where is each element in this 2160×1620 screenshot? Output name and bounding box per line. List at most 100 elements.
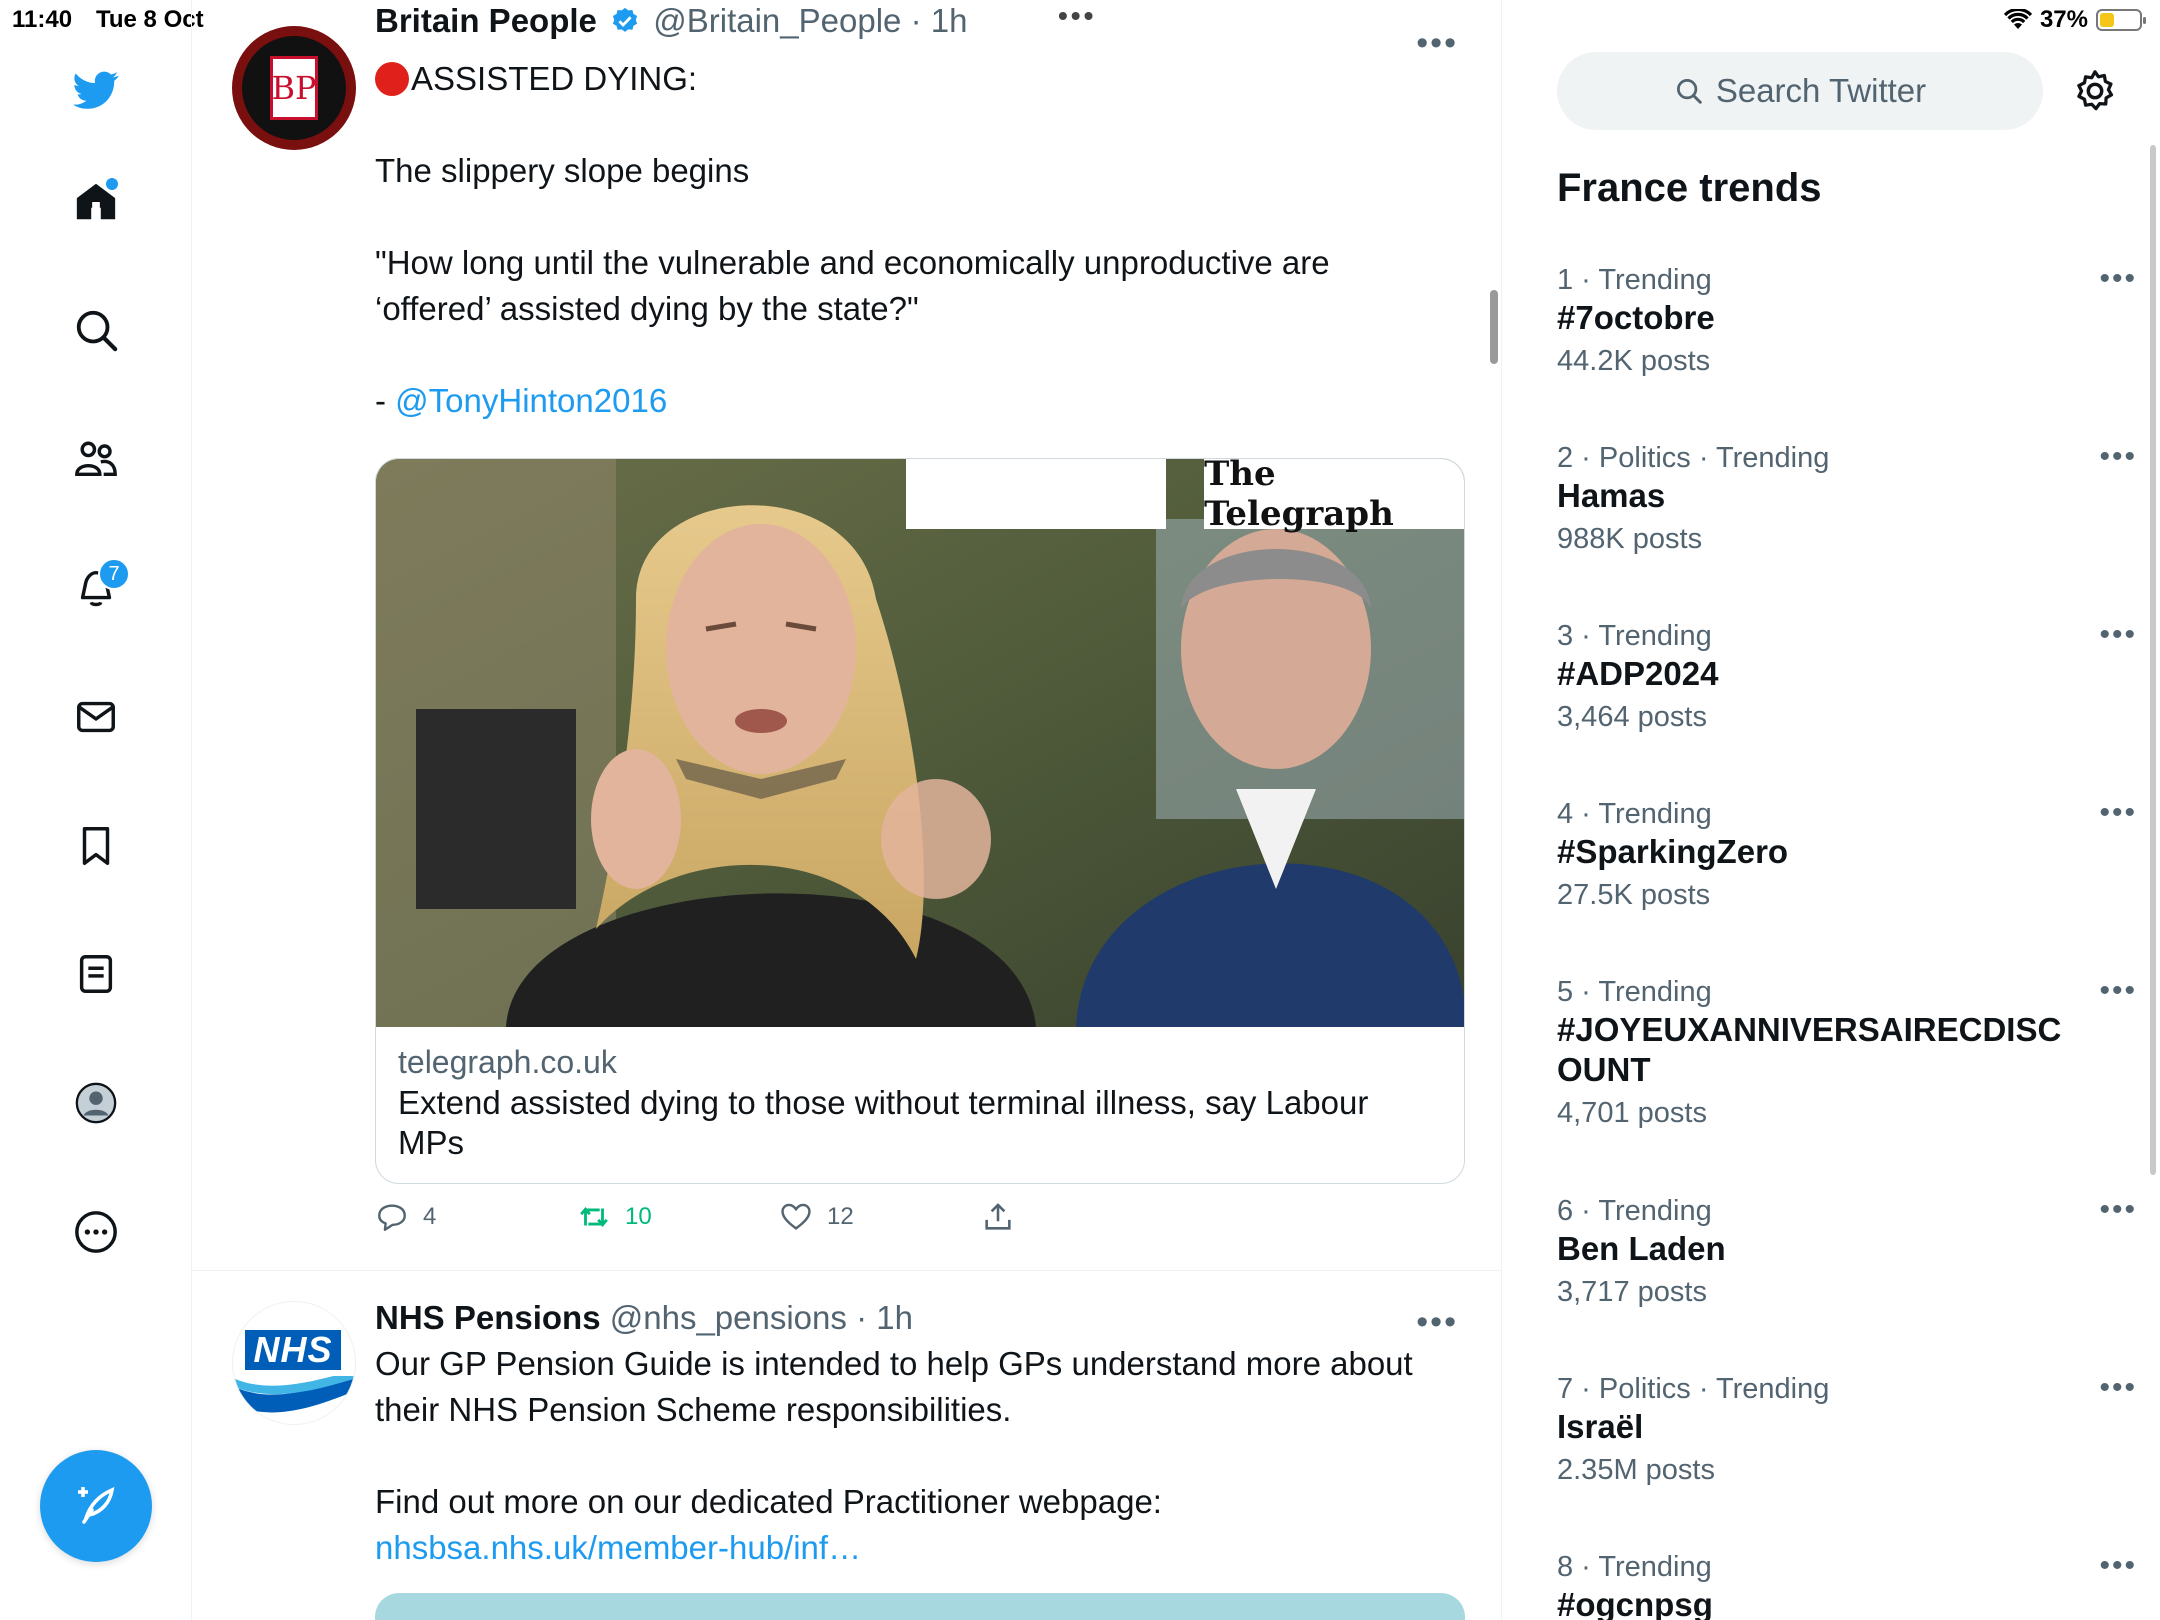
search-icon [76,310,118,352]
trend-posts: 27.5K posts [1557,879,1711,911]
nav-explore[interactable] [60,294,132,366]
nav-home[interactable] [60,166,132,238]
trend-meta: 1 · Trending [1557,264,1712,296]
trend-item[interactable]: 2 · Politics · Trending Hamas 988K posts… [1557,440,2135,558]
lists-icon [79,955,113,993]
card-meta: telegraph.co.uk Extend assisted dying to… [376,1027,1464,1177]
tweet-body: NHS Pensions @nhs_pensions · 1h Our GP P… [375,1299,1455,1571]
tweet-author-handle[interactable]: @nhs_pensions [610,1299,847,1336]
communities-icon [75,441,117,477]
trend-item[interactable]: 5 · Trending #JOYEUXANNIVERSAIRECDISCOUN… [1557,974,2135,1132]
trend-more-button[interactable]: ••• [2099,440,2137,474]
like-button[interactable]: 12 [779,1200,981,1234]
trend-name: Ben Laden [1557,1230,1726,1267]
trend-item[interactable]: 8 · Trending #ogcnpsg ••• [1557,1549,2135,1620]
trend-item[interactable]: 6 · Trending Ben Laden 3,717 posts ••• [1557,1193,2135,1311]
nhs-swoosh [233,1376,355,1413]
nav-more[interactable] [60,1196,132,1268]
nav-bookmarks[interactable] [60,810,132,882]
card-photo [376,459,1464,1027]
twitter-logo-button[interactable] [60,54,132,126]
heart-icon [781,1203,811,1230]
trend-posts: 988K posts [1557,523,1703,555]
trend-item[interactable]: 4 · Trending #SparkingZero 27.5K posts •… [1557,796,2135,914]
tweet-text-prefix: - [375,382,396,419]
trend-meta: 5 · Trending [1557,976,1712,1008]
card-domain: telegraph.co.uk [398,1044,617,1080]
avatar-inner: BP [242,36,346,140]
tweet[interactable]: NHS NHS Pensions @nhs_pensions · 1h Our … [192,1271,1501,1620]
trend-more-button[interactable]: ••• [2099,796,2137,830]
retweet-count: 10 [625,1203,652,1230]
retweet-icon [580,1207,608,1227]
trend-meta: 6 · Trending [1557,1195,1712,1227]
tweet-more-button[interactable]: ••• [1416,1303,1458,1342]
tweet[interactable]: BP Britain People @Britain_People · 1h A… [192,0,1501,1270]
trend-posts: 3,717 posts [1557,1276,1707,1308]
home-unread-dot [106,178,118,190]
card-image[interactable]: The Telegraph [376,459,1464,1027]
trend-posts: 44.2K posts [1557,345,1711,377]
notifications-badge: 7 [98,558,130,590]
trend-item[interactable]: 3 · Trending #ADP2024 3,464 posts ••• [1557,618,2135,736]
tweet-actions: 4 10 12 [375,1200,1183,1234]
search-icon [1676,79,1702,104]
trend-more-button[interactable]: ••• [2099,1193,2137,1227]
search-input[interactable]: Search Twitter [1557,52,2043,130]
link-preview-card[interactable]: The Telegraph telegraph.co.uk Extend ass… [375,458,1465,1184]
messages-icon [77,701,115,733]
trend-item[interactable]: 1 · Trending #7octobre 44.2K posts ••• [1557,262,2135,380]
trend-more-button[interactable]: ••• [2099,1549,2137,1583]
reply-count: 4 [423,1203,437,1230]
gear-icon[interactable] [2072,68,2118,114]
reply-icon [378,1204,406,1231]
trend-meta: 7 · Politics · Trending [1557,1373,1830,1405]
tweet-timestamp[interactable]: · 1h [856,1299,913,1336]
nav-lists[interactable] [60,938,132,1010]
mention-link[interactable]: @TonyHinton2016 [395,382,667,419]
compose-tweet-button[interactable] [40,1450,152,1562]
tweet-body: Britain People @Britain_People · 1h ASSI… [375,2,1455,424]
search-placeholder: Search Twitter [1715,72,1927,109]
reply-button[interactable]: 4 [375,1200,577,1234]
right-sidebar: Search Twitter France trends 1 · Trendin… [1503,0,2160,1620]
tweet-author-name[interactable]: NHS Pensions [375,1299,601,1336]
tweet-author-name[interactable]: Britain People [375,2,597,39]
telegraph-logo: The Telegraph [1204,459,1464,534]
nav-messages[interactable] [60,681,132,753]
more-icon [75,1211,117,1253]
trend-name: #SparkingZero [1557,833,1789,870]
like-count: 12 [827,1203,854,1230]
card-title: Extend assisted dying to those without t… [398,1084,1369,1161]
avatar[interactable]: BP [232,26,356,150]
avatar[interactable]: NHS [232,1301,356,1425]
nav-communities[interactable] [60,423,132,495]
share-icon [985,1203,1011,1230]
trend-posts: 3,464 posts [1557,701,1707,733]
feed-scrollbar[interactable] [1490,290,1498,364]
retweet-button[interactable]: 10 [577,1200,779,1234]
tweet-timestamp[interactable]: · 1h [911,2,968,39]
twitter-bird-icon [73,71,119,109]
trend-name: Hamas [1557,477,1666,514]
tweet-more-button[interactable]: ••• [1416,24,1458,63]
trend-more-button[interactable]: ••• [2099,974,2137,1008]
trend-posts: 4,701 posts [1557,1097,1707,1129]
home-timeline: BP Britain People @Britain_People · 1h A… [192,0,1502,1620]
tweet-author-handle[interactable]: @Britain_People [653,2,901,39]
trend-more-button[interactable]: ••• [2099,618,2137,652]
trend-item[interactable]: 7 · Politics · Trending Israël 2.35M pos… [1557,1371,2135,1489]
share-button[interactable] [981,1200,1183,1234]
sidebar-scrollbar[interactable] [2150,145,2156,1175]
tweet-link[interactable]: nhsbsa.nhs.uk/member-hub/inf… [375,1525,1455,1571]
trend-more-button[interactable]: ••• [2099,262,2137,296]
tweet-text-line-2: The slippery slope begins [375,152,750,189]
nav-profile[interactable] [60,1067,132,1139]
tweet-text-line-1: Our GP Pension Guide is intended to help… [375,1345,1422,1428]
verified-badge-icon [612,7,638,32]
trend-more-button[interactable]: ••• [2099,1371,2137,1405]
tweet-header: NHS Pensions @nhs_pensions · 1h [375,1299,1455,1337]
trend-name: #JOYEUXANNIVERSAIRECDISCOUNT [1557,1011,2062,1088]
nav-notifications[interactable]: 7 [60,552,132,624]
tweet-media-preview[interactable] [375,1593,1465,1620]
